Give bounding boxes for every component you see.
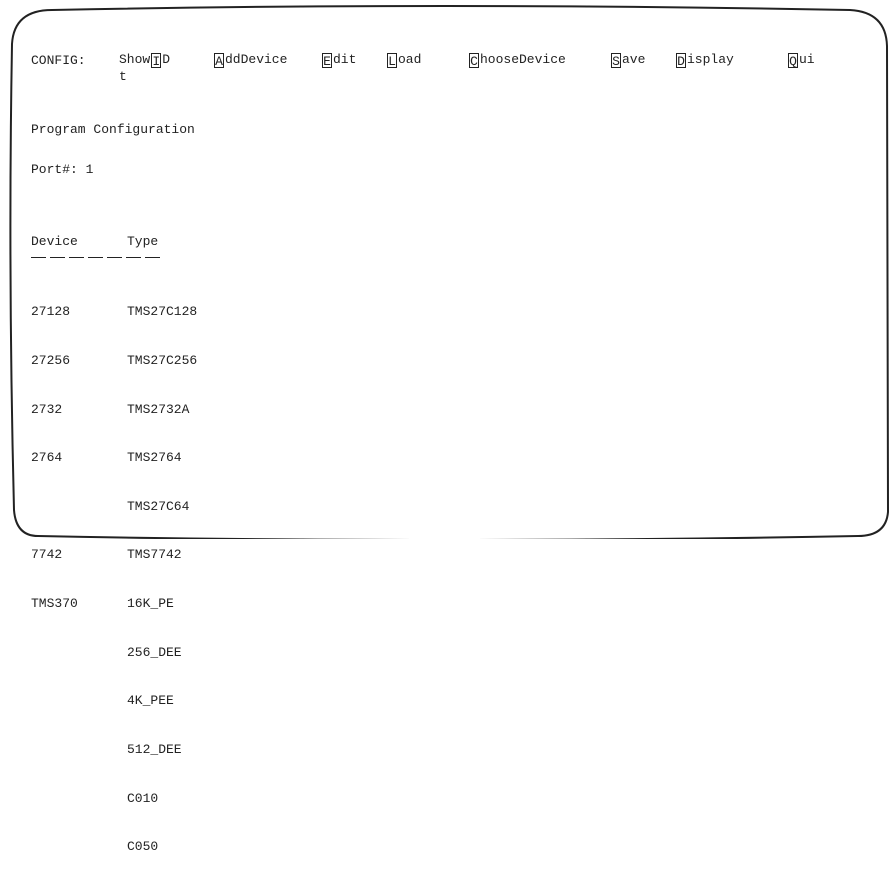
device-cell: 27128 bbox=[31, 304, 71, 320]
menu-show-id-label-before: Show bbox=[119, 52, 151, 67]
device-cell: 27256 bbox=[31, 353, 71, 369]
menu-choose-device-key: C bbox=[469, 52, 479, 69]
column-header-type: Type bbox=[127, 234, 159, 249]
menu-edit-label: dit bbox=[333, 52, 357, 67]
menu-save-key: S bbox=[611, 52, 621, 69]
menu-show-id-label-after: D bbox=[162, 52, 171, 67]
header-dash bbox=[107, 257, 122, 258]
type-cell: TMS2764 bbox=[127, 450, 182, 466]
menu-add-device-label: ddDevice bbox=[225, 52, 288, 67]
menu-choose-device-label: hooseDevice bbox=[480, 52, 566, 67]
menu-edit-key: E bbox=[322, 52, 332, 69]
menu-prefix: CONFIG: bbox=[31, 53, 86, 68]
menu-display[interactable]: Display bbox=[676, 52, 734, 69]
menu-quit-key: Q bbox=[788, 52, 798, 69]
header-dash bbox=[69, 257, 84, 258]
menu-quit[interactable]: Qui bbox=[788, 52, 815, 69]
device-cell: 2732 bbox=[31, 401, 63, 417]
device-cell: 7742 bbox=[31, 547, 63, 563]
menu-show-id[interactable]: Show I D bbox=[119, 52, 171, 69]
type-cell: 256_DEE bbox=[127, 644, 182, 660]
type-cell: TMS7742 bbox=[127, 547, 182, 563]
menu-add-device[interactable]: AddDevice bbox=[214, 52, 288, 69]
header-dash bbox=[126, 257, 141, 258]
type-cell: TMS27C256 bbox=[127, 353, 198, 369]
header-underline bbox=[31, 257, 160, 258]
menu-load-label: oad bbox=[398, 52, 422, 67]
type-column: TMS27C128 TMS27C256 TMS2732A TMS2764 TMS… bbox=[127, 272, 197, 872]
column-header-device: Device bbox=[31, 234, 78, 249]
header-dash bbox=[88, 257, 103, 258]
type-cell: TMS27C128 bbox=[127, 304, 198, 320]
menu-add-device-key: A bbox=[214, 52, 224, 69]
type-cell: C010 bbox=[127, 790, 159, 806]
menu-save-label: ave bbox=[622, 52, 646, 67]
menu-quit-label: ui bbox=[799, 52, 815, 67]
menu-edit[interactable]: Edit bbox=[322, 52, 357, 69]
device-column: 27128 27256 2732 2764 7742 TMS370 bbox=[31, 272, 78, 628]
type-cell: 16K_PE bbox=[127, 596, 174, 612]
menu-display-key: D bbox=[676, 52, 686, 69]
type-cell: 4K_PEE bbox=[127, 693, 174, 709]
header-dash bbox=[31, 257, 46, 258]
menu-load-key: L bbox=[387, 52, 397, 69]
page-title: Program Configuration bbox=[31, 122, 195, 137]
port-number: Port#: 1 bbox=[31, 162, 94, 177]
header-dash bbox=[145, 257, 160, 258]
menu-show-id-key: I bbox=[151, 52, 162, 69]
menu-show-id-wrap: t bbox=[119, 69, 127, 84]
device-cell bbox=[31, 499, 78, 515]
menu-load[interactable]: Load bbox=[387, 52, 422, 69]
type-cell: TMS2732A bbox=[127, 401, 190, 417]
type-cell: TMS27C64 bbox=[127, 498, 190, 514]
header-dash bbox=[50, 257, 65, 258]
menu-choose-device[interactable]: ChooseDevice bbox=[469, 52, 566, 69]
menu-save[interactable]: Save bbox=[611, 52, 646, 69]
menu-display-label: isplay bbox=[687, 52, 734, 67]
type-cell: 512_DEE bbox=[127, 741, 182, 757]
type-cell: C050 bbox=[127, 839, 159, 855]
device-cell: 2764 bbox=[31, 450, 63, 466]
device-cell: TMS370 bbox=[31, 596, 78, 612]
